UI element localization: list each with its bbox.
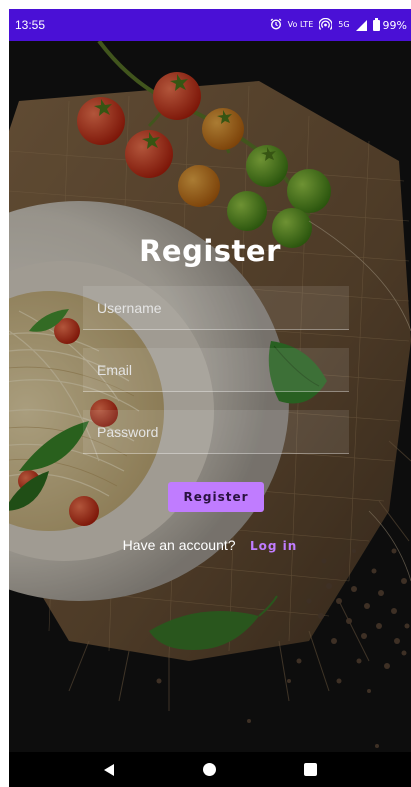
login-prompt: Have an account? Log in: [9, 537, 411, 555]
email-input[interactable]: [83, 348, 349, 392]
battery-percent: 99%: [382, 18, 407, 32]
username-input[interactable]: [83, 286, 349, 330]
navigation-bar: [9, 752, 411, 787]
back-icon: [104, 763, 115, 776]
status-icons: Vo LTE 5G 99%: [270, 17, 407, 33]
home-icon: [203, 763, 217, 776]
recents-icon: [304, 763, 318, 776]
home-button[interactable]: [190, 755, 230, 785]
battery-icon: [372, 17, 380, 31]
status-bar: 13:55 Vo LTE 5G 99%: [9, 9, 411, 41]
hotspot-icon: [318, 17, 333, 33]
login-link[interactable]: Log in: [250, 539, 297, 553]
register-button[interactable]: Register: [168, 482, 264, 512]
volte-icon: Vo LTE: [287, 20, 314, 29]
status-time: 13:55: [15, 18, 46, 32]
battery-group: 99%: [372, 17, 407, 32]
have-account-text: Have an account?: [122, 537, 236, 553]
password-input[interactable]: [83, 410, 349, 454]
signal-icon: [355, 19, 367, 31]
recents-button[interactable]: [291, 755, 331, 785]
app-screen: 13:55 Vo LTE 5G 99% Register Username Em…: [9, 9, 411, 787]
back-button[interactable]: [89, 755, 129, 785]
alarm-icon: [270, 18, 282, 33]
5g-icon: 5G: [338, 20, 350, 29]
background-food-image: [9, 41, 411, 756]
page-title: Register: [139, 234, 281, 268]
